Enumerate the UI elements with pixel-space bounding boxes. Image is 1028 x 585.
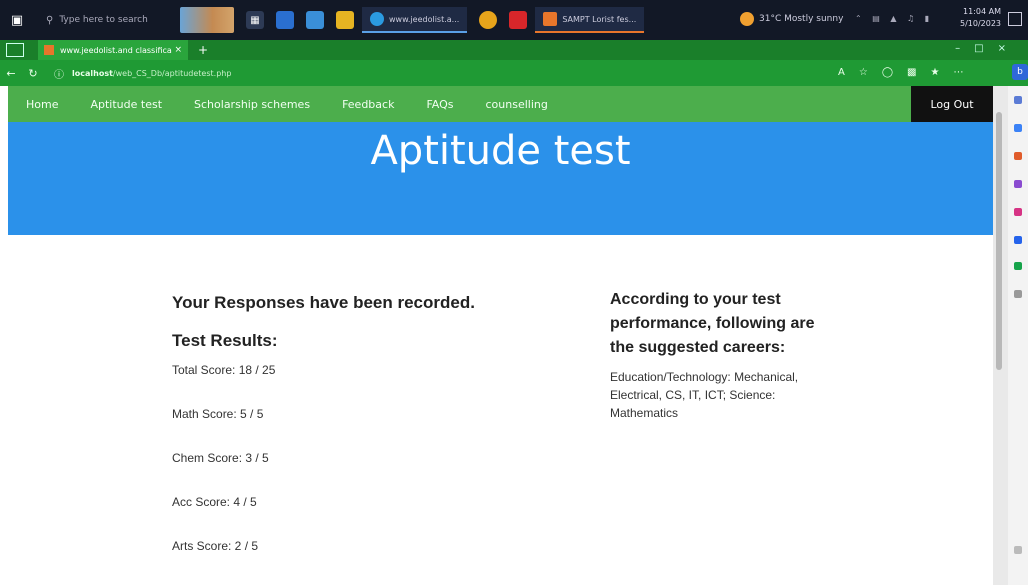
sidebar-settings-icon[interactable] [1014,546,1022,554]
taskbar-search-box[interactable]: ⚲ Type here to search [38,8,168,32]
windows-start-icon[interactable]: ▣ [0,0,34,40]
edge-sidebar [1008,86,1028,585]
responses-recorded-message: Your Responses have been recorded. [172,293,475,312]
new-tab-icon[interactable]: + [198,43,208,57]
sidebar-tools-icon[interactable] [1014,152,1022,160]
search-icon: ⚲ [46,14,54,26]
arts-score: Arts Score: 2 / 5 [172,539,259,553]
nav-counselling[interactable]: counselling [486,98,548,111]
taskbar-app-edge-label: www.jeedolist.a... [389,14,460,24]
sidebar-shopping-icon[interactable] [1014,124,1022,132]
nav-scholarship-schemes[interactable]: Scholarship schemes [194,98,310,111]
test-results-heading: Test Results: [172,331,278,350]
chrome-icon[interactable] [479,11,498,29]
app-orange-icon [543,12,558,26]
url-path: /web_CS_Db/aptitudetest.php [112,68,232,78]
back-icon[interactable]: ← [0,67,22,80]
acc-score: Acc Score: 4 / 5 [172,495,257,509]
nav-aptitude-test[interactable]: Aptitude test [90,98,162,111]
total-score: Total Score: 18 / 25 [172,363,276,377]
chem-score: Chem Score: 3 / 5 [172,451,269,465]
nav-home[interactable]: Home [26,98,58,111]
site-navbar: Home Aptitude test Scholarship schemes F… [8,86,993,122]
search-highlight-image[interactable] [180,7,234,33]
browser-tab-strip: www.jeedolist.and classificat... × + –□× [0,40,1028,60]
url-field[interactable]: ⓘ localhost /web_CS_Db/aptitudetest.php [54,66,231,81]
weather-widget[interactable]: 31°C Mostly sunny [740,12,843,26]
app-red-icon[interactable] [509,11,528,29]
scrollbar-thumb[interactable] [996,112,1002,370]
collections-icon[interactable]: ◯ [882,67,893,78]
sidebar-outlook-icon[interactable] [1014,236,1022,244]
nav-faqs[interactable]: FAQs [426,98,453,111]
window-controls[interactable]: –□× [955,43,1020,54]
page-banner: Aptitude test [8,122,993,235]
careers-heading: According to your test performance, foll… [610,291,815,356]
logout-button[interactable]: Log Out [911,86,993,122]
sidebar-office-icon[interactable] [1014,208,1022,216]
browser-tab-active[interactable]: www.jeedolist.and classificat... × [38,40,188,60]
sidebar-games-icon[interactable] [1014,180,1022,188]
task-view-icon[interactable]: ▦ [246,11,264,29]
site-info-icon[interactable]: ⓘ [54,66,64,81]
sidebar-search-icon[interactable] [1014,96,1022,104]
weather-sun-icon [740,12,754,26]
weather-text: 31°C Mostly sunny [759,14,844,24]
extensions-icon[interactable]: ▩ [907,67,916,78]
system-tray-icons[interactable]: ⌃ ▤ ▲ ♫ ▮ [855,14,933,23]
file-explorer-icon[interactable] [276,11,294,29]
favorites-bar-icon[interactable]: ★ [930,67,939,78]
clock-time: 11:04 AM [963,7,1002,16]
taskbar-app-second-label: SAMPT Lorist fes... [562,14,637,24]
bing-chat-icon[interactable]: b [1012,64,1028,80]
tab-title: www.jeedolist.and classificat... [60,45,172,55]
page-title: Aptitude test [370,128,631,174]
taskbar-search-placeholder: Type here to search [59,15,148,25]
store-icon[interactable] [306,11,324,29]
careers-list: Education/Technology: Mechanical, Electr… [610,370,799,420]
windows-taskbar: ▣ ⚲ Type here to search ▦ www.jeedolist.… [0,0,1028,40]
nav-feedback[interactable]: Feedback [342,98,394,111]
folder-icon[interactable] [336,11,354,29]
browser-address-bar: ← ↻ ⓘ localhost /web_CS_Db/aptitudetest.… [0,60,1028,86]
read-aloud-icon[interactable]: A [838,67,845,78]
tab-actions-icon[interactable] [6,43,24,57]
url-host: localhost [72,68,113,78]
test-results-column: Your Responses have been recorded. Test … [172,293,532,553]
suggested-careers-column: According to your test performance, foll… [610,288,840,422]
tab-favicon-icon [44,45,54,55]
taskbar-app-edge[interactable]: www.jeedolist.a... [362,7,468,33]
results-section: Your Responses have been recorded. Test … [8,235,993,585]
sidebar-add-icon[interactable] [1014,290,1022,298]
more-menu-icon[interactable]: ⋯ [953,67,963,78]
math-score: Math Score: 5 / 5 [172,407,264,421]
address-bar-actions: A ☆ ◯ ▩ ★ ⋯ [838,67,977,78]
sidebar-drop-icon[interactable] [1014,262,1022,270]
tab-close-icon[interactable]: × [174,45,182,55]
edge-icon [370,12,384,26]
notification-icon[interactable] [1008,12,1022,26]
taskbar-clock[interactable]: 11:04 AM 5/10/2023 [960,6,1001,30]
taskbar-app-second[interactable]: SAMPT Lorist fes... [535,7,645,33]
favorite-star-icon[interactable]: ☆ [859,67,868,78]
refresh-icon[interactable]: ↻ [22,67,44,80]
clock-date: 5/10/2023 [960,19,1002,28]
